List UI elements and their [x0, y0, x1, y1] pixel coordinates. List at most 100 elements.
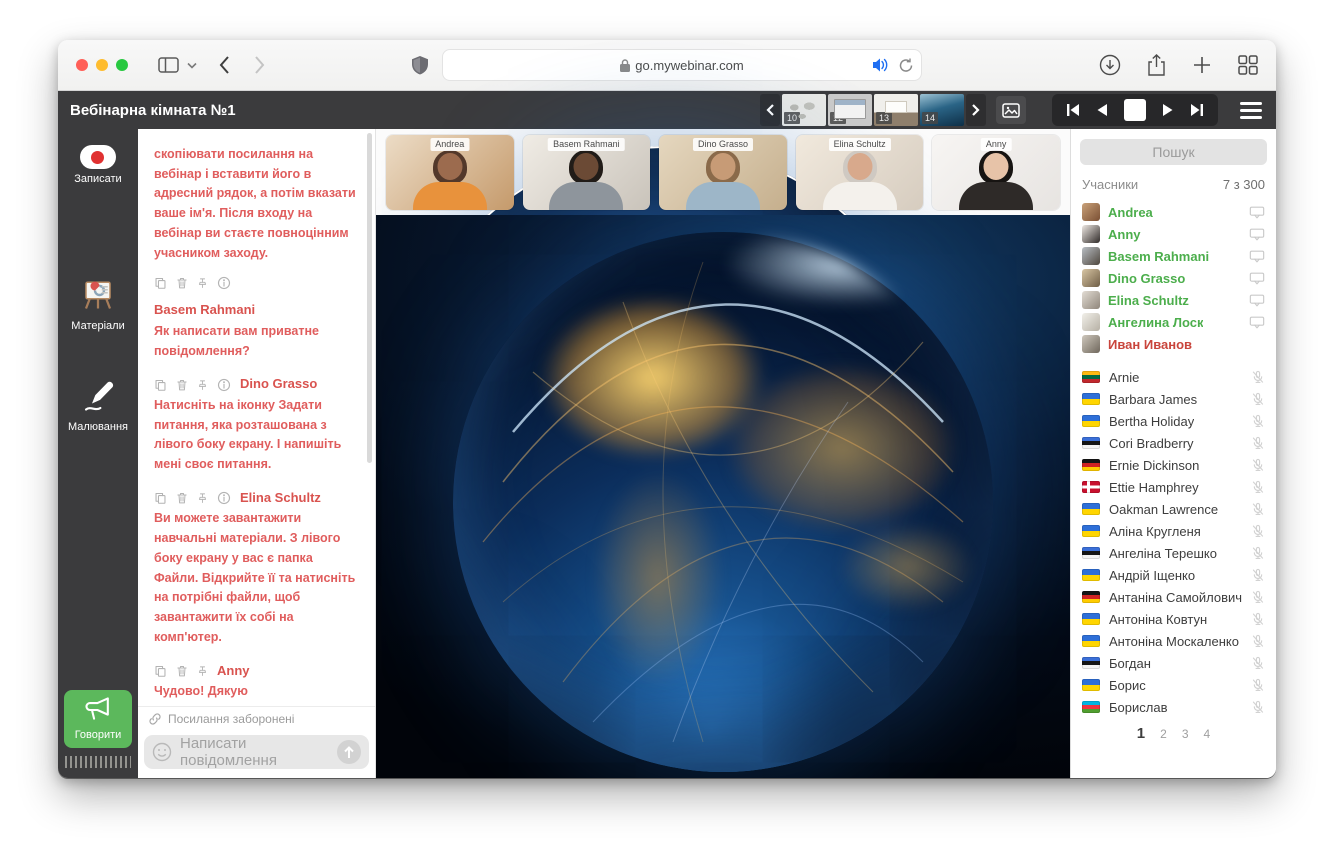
- slide-thumbnail-13[interactable]: 13: [874, 94, 918, 126]
- chat-bubble-icon[interactable]: [1249, 205, 1265, 220]
- attendee-name: Bertha Holiday: [1109, 414, 1194, 429]
- webcam-tile[interactable]: Dino Grasso: [659, 135, 787, 210]
- attendee-row[interactable]: Cori Bradberry: [1080, 432, 1267, 454]
- thumbnails-next-button[interactable]: [966, 94, 986, 126]
- thumbnails-prev-button[interactable]: [760, 94, 780, 126]
- drawing-button[interactable]: Малювання: [68, 378, 128, 433]
- pin-icon[interactable]: [197, 378, 208, 392]
- webcam-tile[interactable]: Elina Schultz: [796, 135, 924, 210]
- attendee-row[interactable]: Андрій Іщенко: [1080, 564, 1267, 586]
- menu-button[interactable]: [1240, 102, 1262, 119]
- webcam-tile[interactable]: Andrea: [386, 135, 514, 210]
- attendee-row[interactable]: Антаніна Самойлович: [1080, 586, 1267, 608]
- muted-mic-icon: [1251, 502, 1265, 516]
- attendee-row[interactable]: Arnie: [1080, 366, 1267, 388]
- sidebar-toggle-icon[interactable]: [158, 57, 179, 73]
- attendee-row[interactable]: Борислав: [1080, 696, 1267, 718]
- attendee-row[interactable]: Аліна Кругленя: [1080, 520, 1267, 542]
- back-button[interactable]: [219, 56, 230, 74]
- materials-button[interactable]: Матеріали: [71, 277, 124, 332]
- chat-bubble-icon[interactable]: [1249, 249, 1265, 264]
- speak-button[interactable]: Говорити: [64, 690, 132, 748]
- trash-icon[interactable]: [176, 664, 188, 678]
- trash-icon[interactable]: [176, 276, 188, 290]
- chat-scrollbar[interactable]: [367, 133, 372, 463]
- chat-input[interactable]: Написати повідомлення: [144, 735, 369, 769]
- info-icon[interactable]: [217, 491, 231, 505]
- chat-bubble-icon[interactable]: [1249, 315, 1265, 330]
- browser-toolbar: go.mywebinar.com: [58, 40, 1276, 91]
- muted-mic-icon: [1251, 392, 1265, 406]
- zoom-window-button[interactable]: [116, 59, 128, 71]
- record-button[interactable]: Записати: [74, 145, 121, 185]
- tab-overview-icon[interactable]: [1238, 55, 1258, 75]
- pin-icon[interactable]: [197, 276, 208, 290]
- attendee-row[interactable]: Борис: [1080, 674, 1267, 696]
- next-slide-button[interactable]: [1162, 103, 1174, 117]
- page-3[interactable]: 3: [1182, 727, 1189, 741]
- current-slide: [376, 215, 1070, 778]
- attendee-row[interactable]: Ernie Dickinson: [1080, 454, 1267, 476]
- chat-bubble-icon[interactable]: [1249, 271, 1265, 286]
- webcam-tile[interactable]: Anny: [932, 135, 1060, 210]
- close-window-button[interactable]: [76, 59, 88, 71]
- attendee-row[interactable]: Bertha Holiday: [1080, 410, 1267, 432]
- webcam-name-label: Andrea: [430, 138, 469, 151]
- minimize-window-button[interactable]: [96, 59, 108, 71]
- pin-icon[interactable]: [197, 664, 208, 678]
- downloads-icon[interactable]: [1099, 54, 1121, 76]
- info-icon[interactable]: [217, 378, 231, 392]
- trash-icon[interactable]: [176, 378, 188, 392]
- participant-row[interactable]: Anny: [1080, 223, 1267, 245]
- new-tab-icon[interactable]: [1192, 55, 1212, 75]
- copy-icon[interactable]: [154, 491, 167, 505]
- chevron-down-icon[interactable]: [187, 62, 197, 69]
- page-2[interactable]: 2: [1160, 727, 1167, 741]
- participant-row[interactable]: Иван Иванов: [1080, 333, 1267, 355]
- webcam-tile[interactable]: Basem Rahmani: [523, 135, 651, 210]
- chat-message: Elina SchultzВи можете завантажити навча…: [154, 488, 359, 648]
- participant-row[interactable]: Basem Rahmani: [1080, 245, 1267, 267]
- skip-to-end-button[interactable]: [1190, 103, 1204, 117]
- participant-name: Dino Grasso: [1108, 271, 1185, 286]
- send-message-button[interactable]: [337, 740, 361, 764]
- emoji-icon[interactable]: [152, 742, 172, 762]
- chat-bubble-icon[interactable]: [1249, 293, 1265, 308]
- forward-button[interactable]: [254, 56, 265, 74]
- participant-row[interactable]: Elina Schultz: [1080, 289, 1267, 311]
- attendee-row[interactable]: Антоніна Москаленко: [1080, 630, 1267, 652]
- copy-icon[interactable]: [154, 378, 167, 392]
- slide-thumbnail-10[interactable]: 10: [782, 94, 826, 126]
- chat-message-list[interactable]: скопіювати посилання на вебінар і встави…: [138, 129, 375, 706]
- slide-thumbnail-14[interactable]: 14: [920, 94, 964, 126]
- address-bar[interactable]: go.mywebinar.com: [442, 49, 922, 81]
- share-icon[interactable]: [1147, 54, 1166, 77]
- participant-row[interactable]: Ангелина Лоск: [1080, 311, 1267, 333]
- privacy-shield-icon[interactable]: [412, 56, 428, 75]
- muted-mic-icon: [1251, 458, 1265, 472]
- media-library-button[interactable]: [996, 96, 1026, 124]
- chat-bubble-icon[interactable]: [1249, 227, 1265, 242]
- page-1[interactable]: 1: [1137, 725, 1145, 742]
- previous-slide-button[interactable]: [1096, 103, 1108, 117]
- pin-icon[interactable]: [197, 491, 208, 505]
- reload-icon[interactable]: [899, 58, 913, 73]
- slide-thumbnail-12[interactable]: 12: [828, 94, 872, 126]
- stop-button[interactable]: [1124, 99, 1146, 121]
- copy-icon[interactable]: [154, 664, 167, 678]
- audio-playing-icon[interactable]: [873, 58, 889, 72]
- skip-to-start-button[interactable]: [1066, 103, 1080, 117]
- search-input[interactable]: Пошук: [1080, 139, 1267, 165]
- copy-icon[interactable]: [154, 276, 167, 290]
- trash-icon[interactable]: [176, 491, 188, 505]
- attendee-row[interactable]: Ettie Hamphrey: [1080, 476, 1267, 498]
- page-4[interactable]: 4: [1204, 727, 1211, 741]
- participant-row[interactable]: Andrea: [1080, 201, 1267, 223]
- attendee-row[interactable]: Ангеліна Терешко: [1080, 542, 1267, 564]
- attendee-row[interactable]: Богдан: [1080, 652, 1267, 674]
- attendee-row[interactable]: Антоніна Ковтун: [1080, 608, 1267, 630]
- info-icon[interactable]: [217, 276, 231, 290]
- participant-row[interactable]: Dino Grasso: [1080, 267, 1267, 289]
- attendee-row[interactable]: Oakman Lawrence: [1080, 498, 1267, 520]
- attendee-row[interactable]: Barbara James: [1080, 388, 1267, 410]
